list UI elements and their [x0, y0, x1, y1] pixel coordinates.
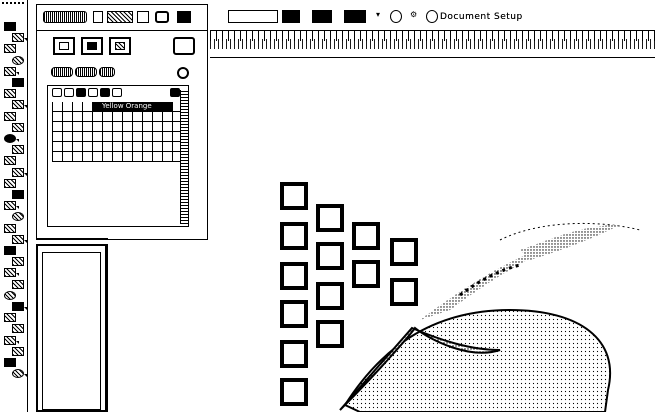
recolor-artwork-icon[interactable] [344, 10, 366, 23]
library-menu[interactable] [99, 67, 115, 77]
tools-panel [0, 0, 28, 412]
tab-swatches[interactable] [43, 11, 87, 23]
mesh-tool-icon[interactable] [4, 223, 16, 233]
black-swatch[interactable] [76, 88, 86, 97]
folder-icon[interactable] [170, 88, 180, 97]
swatch-scrollbar[interactable] [180, 90, 188, 224]
tab-brushes[interactable] [107, 11, 133, 23]
tab-symbols[interactable] [155, 11, 169, 23]
white-swatch[interactable] [88, 88, 98, 97]
paintbrush-tool-icon[interactable] [4, 111, 16, 121]
width-tool-icon[interactable] [4, 178, 16, 188]
swatch-list: Yellow Orange [47, 85, 189, 227]
opacity-field[interactable] [312, 10, 332, 23]
tab-menu-icon[interactable] [137, 11, 149, 23]
fill-swatch-tool-icon[interactable] [4, 335, 19, 345]
rectangle-tool-icon[interactable] [12, 100, 27, 110]
style-icon[interactable] [282, 10, 300, 23]
canvas-artwork[interactable] [320, 210, 655, 412]
direct-selection-tool-icon[interactable] [12, 33, 27, 43]
registration-swatch[interactable] [64, 88, 74, 97]
list-view-button[interactable] [53, 37, 75, 55]
horizontal-ruler[interactable] [210, 30, 655, 58]
selected-swatch[interactable]: Yellow Orange [92, 102, 172, 112]
canvas-square[interactable] [280, 262, 308, 290]
blend-tool-icon[interactable] [12, 257, 24, 267]
rotate-tool-icon[interactable] [4, 156, 16, 166]
red-swatch[interactable] [112, 88, 122, 97]
magic-wand-tool-icon[interactable] [4, 44, 16, 54]
chevron-down-icon[interactable]: ▾ [376, 10, 384, 23]
swatches-panel: Yellow Orange [36, 4, 208, 240]
screen-mode-tool-icon[interactable] [12, 369, 27, 379]
new-swatch-button[interactable] [173, 37, 195, 55]
free-transform-tool-icon[interactable] [12, 190, 24, 199]
canvas-square[interactable] [280, 182, 308, 210]
layers-panel [36, 244, 108, 412]
zoom-tool-icon[interactable] [12, 324, 24, 334]
swatch-options-menu[interactable] [75, 67, 97, 77]
selection-tool-icon[interactable] [4, 22, 16, 31]
swatch-view-row [47, 37, 202, 61]
panel-tabs [37, 5, 207, 31]
layers-list[interactable] [42, 252, 101, 410]
pencil-tool-icon[interactable] [12, 122, 24, 132]
color-group-button[interactable] [109, 37, 131, 55]
selected-swatch-label: Yellow Orange [102, 102, 152, 110]
show-kinds-menu[interactable] [51, 67, 73, 77]
side-panel-divider [36, 238, 108, 242]
gradient-tool-icon[interactable] [12, 234, 27, 244]
eyedropper-tool-icon[interactable] [4, 246, 16, 255]
pen-tool-icon[interactable] [4, 66, 19, 76]
panel-menu-icon[interactable] [177, 11, 191, 23]
column-graph-tool-icon[interactable] [12, 279, 24, 289]
stroke-swatch-tool-icon[interactable] [12, 346, 24, 356]
canvas-square[interactable] [280, 378, 308, 406]
color-mode-tool-icon[interactable] [4, 358, 16, 367]
style-dropdown[interactable] [228, 10, 278, 23]
gear-icon[interactable]: ⚙ [410, 10, 422, 23]
eraser-tool-icon[interactable] [12, 145, 24, 155]
blob-brush-tool-icon[interactable] [4, 134, 19, 143]
swatch-library-header [47, 67, 202, 79]
symbol-sprayer-tool-icon[interactable] [4, 268, 19, 278]
canvas-square[interactable] [280, 340, 308, 368]
canvas-square[interactable] [280, 222, 308, 250]
lasso-tool-icon[interactable] [12, 55, 24, 65]
panel-grip[interactable] [2, 2, 24, 18]
artboard-tool-icon[interactable] [4, 290, 16, 300]
thumbnail-view-button[interactable] [81, 37, 103, 55]
shape-builder-tool-icon[interactable] [4, 201, 19, 211]
settings-icon[interactable] [177, 67, 189, 79]
gray-swatch[interactable] [100, 88, 110, 97]
hand-tool-icon[interactable] [4, 313, 16, 323]
canvas-square[interactable] [280, 300, 308, 328]
line-tool-icon[interactable] [4, 89, 16, 99]
chevron-icon[interactable] [93, 11, 103, 23]
align-icon[interactable] [390, 10, 402, 23]
type-tool-icon[interactable] [12, 78, 24, 87]
scale-tool-icon[interactable] [12, 167, 27, 177]
doc-setup-label[interactable]: Document Setup [440, 12, 523, 22]
none-swatch[interactable] [52, 88, 62, 97]
perspective-tool-icon[interactable] [12, 212, 24, 222]
doc-setup-icon[interactable] [426, 10, 438, 23]
slice-tool-icon[interactable] [12, 302, 27, 311]
